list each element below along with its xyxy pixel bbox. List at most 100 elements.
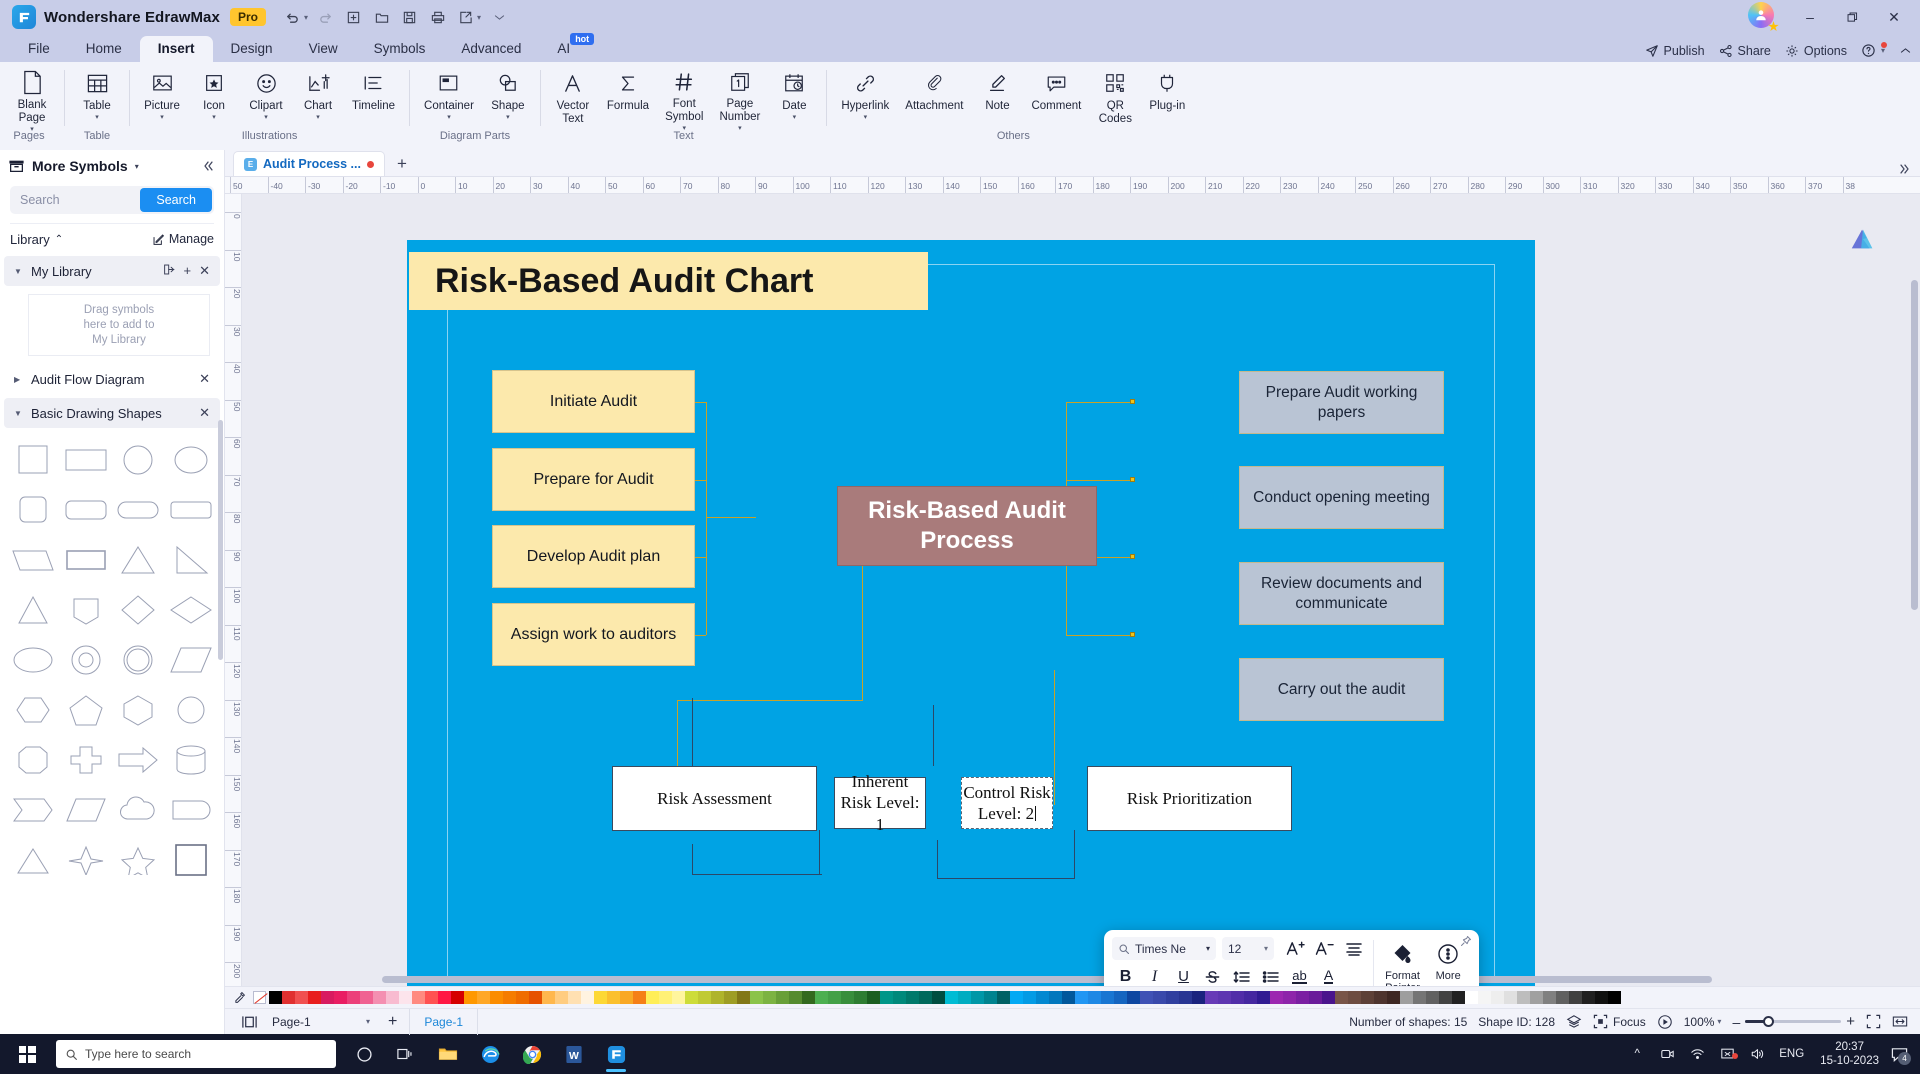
shape-chevron[interactable] (8, 786, 59, 834)
save-button[interactable] (397, 5, 423, 29)
menu-item-home[interactable]: Home (68, 36, 140, 62)
menu-item-insert[interactable]: Insert (139, 36, 213, 62)
color-swatch[interactable] (1491, 991, 1504, 1004)
node-risk-based-audit-process[interactable]: Risk-Based Audit Process (837, 486, 1097, 566)
color-swatch[interactable] (1387, 991, 1400, 1004)
fit-width-icon[interactable] (1892, 1014, 1912, 1029)
color-swatch[interactable] (1075, 991, 1088, 1004)
timeline-button[interactable]: Timeline (344, 66, 403, 132)
color-swatch[interactable] (1465, 991, 1478, 1004)
color-swatch[interactable] (711, 991, 724, 1004)
node-review-documents-and-communicate[interactable]: Review documents and communicate (1239, 562, 1444, 625)
color-swatch[interactable] (1049, 991, 1062, 1004)
plugin-button[interactable]: Plug-in (1141, 66, 1193, 132)
container-button[interactable]: Container ▾ (416, 66, 482, 132)
node-conduct-opening-meeting[interactable]: Conduct opening meeting (1239, 466, 1444, 529)
color-swatch[interactable] (1205, 991, 1218, 1004)
font-symbol-button[interactable]: Font Symbol ▾ (657, 66, 711, 132)
redo-button[interactable] (313, 5, 339, 29)
drag-symbols-dropzone[interactable]: Drag symbols here to add to My Library (28, 294, 210, 356)
menu-item-view[interactable]: View (291, 36, 356, 62)
date-button[interactable]: Date ▾ (768, 66, 820, 132)
close-library-icon[interactable]: ✕ (199, 371, 210, 387)
cortana-button[interactable] (344, 1034, 384, 1074)
canvas-horizontal-scrollbar[interactable] (382, 976, 1712, 983)
chevron-down-icon[interactable]: ▾ (793, 114, 797, 121)
shape-rhombus[interactable] (166, 636, 217, 684)
color-swatch[interactable] (529, 991, 542, 1004)
shape-diamond[interactable] (113, 586, 164, 634)
library-collapse-icon[interactable]: ⌃ (55, 234, 63, 245)
note-button[interactable]: Note (971, 66, 1023, 132)
node-prepare-for-audit[interactable]: Prepare for Audit (492, 448, 695, 511)
taskbar-search[interactable]: Type here to search (56, 1040, 336, 1068)
color-swatch[interactable] (503, 991, 516, 1004)
chevron-down-icon[interactable]: ▾ (160, 114, 164, 121)
color-swatch[interactable] (828, 991, 841, 1004)
color-swatch[interactable] (971, 991, 984, 1004)
wifi-icon[interactable] (1685, 1047, 1709, 1061)
color-swatch[interactable] (698, 991, 711, 1004)
color-swatch[interactable] (763, 991, 776, 1004)
color-swatch[interactable] (1517, 991, 1530, 1004)
color-swatch[interactable] (906, 991, 919, 1004)
color-swatch[interactable] (1270, 991, 1283, 1004)
italic-button[interactable]: I (1141, 964, 1168, 986)
color-swatch[interactable] (477, 991, 490, 1004)
menu-item-file[interactable]: File (10, 36, 68, 62)
color-swatch[interactable] (1452, 991, 1465, 1004)
shape-right-triangle[interactable] (166, 536, 217, 584)
diagram-page[interactable]: Risk-Based Audit Chart Initiate Audit Pr… (407, 240, 1535, 986)
chrome-browser-button[interactable] (512, 1034, 552, 1074)
share-button[interactable]: Share (1719, 44, 1771, 58)
minimize-button[interactable]: – (1790, 0, 1830, 34)
underline-button[interactable]: U (1170, 964, 1197, 986)
expand-right-panel-button[interactable] (1897, 162, 1920, 176)
color-swatch[interactable] (1166, 991, 1179, 1004)
qr-codes-button[interactable]: QR Codes (1089, 66, 1141, 132)
print-button[interactable] (425, 5, 451, 29)
comment-button[interactable]: Comment (1023, 66, 1089, 132)
canvas-vertical-scrollbar[interactable] (1911, 280, 1918, 610)
menu-item-advanced[interactable]: Advanced (443, 36, 539, 62)
layers-icon[interactable] (1566, 1014, 1582, 1030)
color-swatch[interactable] (308, 991, 321, 1004)
color-swatch[interactable] (1335, 991, 1348, 1004)
color-swatch[interactable] (1283, 991, 1296, 1004)
search-button[interactable]: Search (140, 188, 212, 212)
start-button[interactable] (6, 1034, 48, 1074)
color-swatch[interactable] (1140, 991, 1153, 1004)
shape-ellipse-wide[interactable] (8, 636, 59, 684)
shape-rounded-rect-3[interactable] (166, 486, 217, 534)
zoom-slider-track[interactable] (1745, 1016, 1842, 1027)
color-swatch[interactable] (1478, 991, 1491, 1004)
color-swatch[interactable] (425, 991, 438, 1004)
shape-cylinder[interactable] (166, 736, 217, 784)
shape-rounded-rect[interactable] (61, 486, 112, 534)
color-swatch[interactable] (568, 991, 581, 1004)
node-develop-audit-plan[interactable]: Develop Audit plan (492, 525, 695, 588)
shape-square-selected[interactable] (166, 836, 217, 884)
color-swatch[interactable] (321, 991, 334, 1004)
color-swatch[interactable] (1101, 991, 1114, 1004)
color-swatch[interactable] (269, 991, 282, 1004)
attachment-button[interactable]: Attachment (897, 66, 971, 132)
color-swatch[interactable] (1361, 991, 1374, 1004)
close-library-icon[interactable]: ✕ (199, 263, 210, 279)
menu-item-design[interactable]: Design (213, 36, 291, 62)
line-spacing-button[interactable] (1228, 964, 1255, 986)
color-swatch[interactable] (607, 991, 620, 1004)
canvas-area[interactable]: Risk-Based Audit Chart Initiate Audit Pr… (242, 194, 1920, 986)
color-swatch[interactable] (1504, 991, 1517, 1004)
strikethrough-button[interactable] (1199, 964, 1226, 986)
color-swatch[interactable] (1231, 991, 1244, 1004)
color-swatch[interactable] (386, 991, 399, 1004)
edrawmax-taskbar-button[interactable] (596, 1034, 636, 1074)
chart-button[interactable]: Chart ▾ (292, 66, 344, 132)
volume-icon[interactable] (1745, 1047, 1769, 1061)
add-page-button[interactable]: + (376, 1013, 409, 1031)
menu-item-ai[interactable]: AI hot (539, 33, 595, 62)
color-swatch[interactable] (1257, 991, 1270, 1004)
color-swatch[interactable] (750, 991, 763, 1004)
export-button[interactable] (453, 5, 479, 29)
